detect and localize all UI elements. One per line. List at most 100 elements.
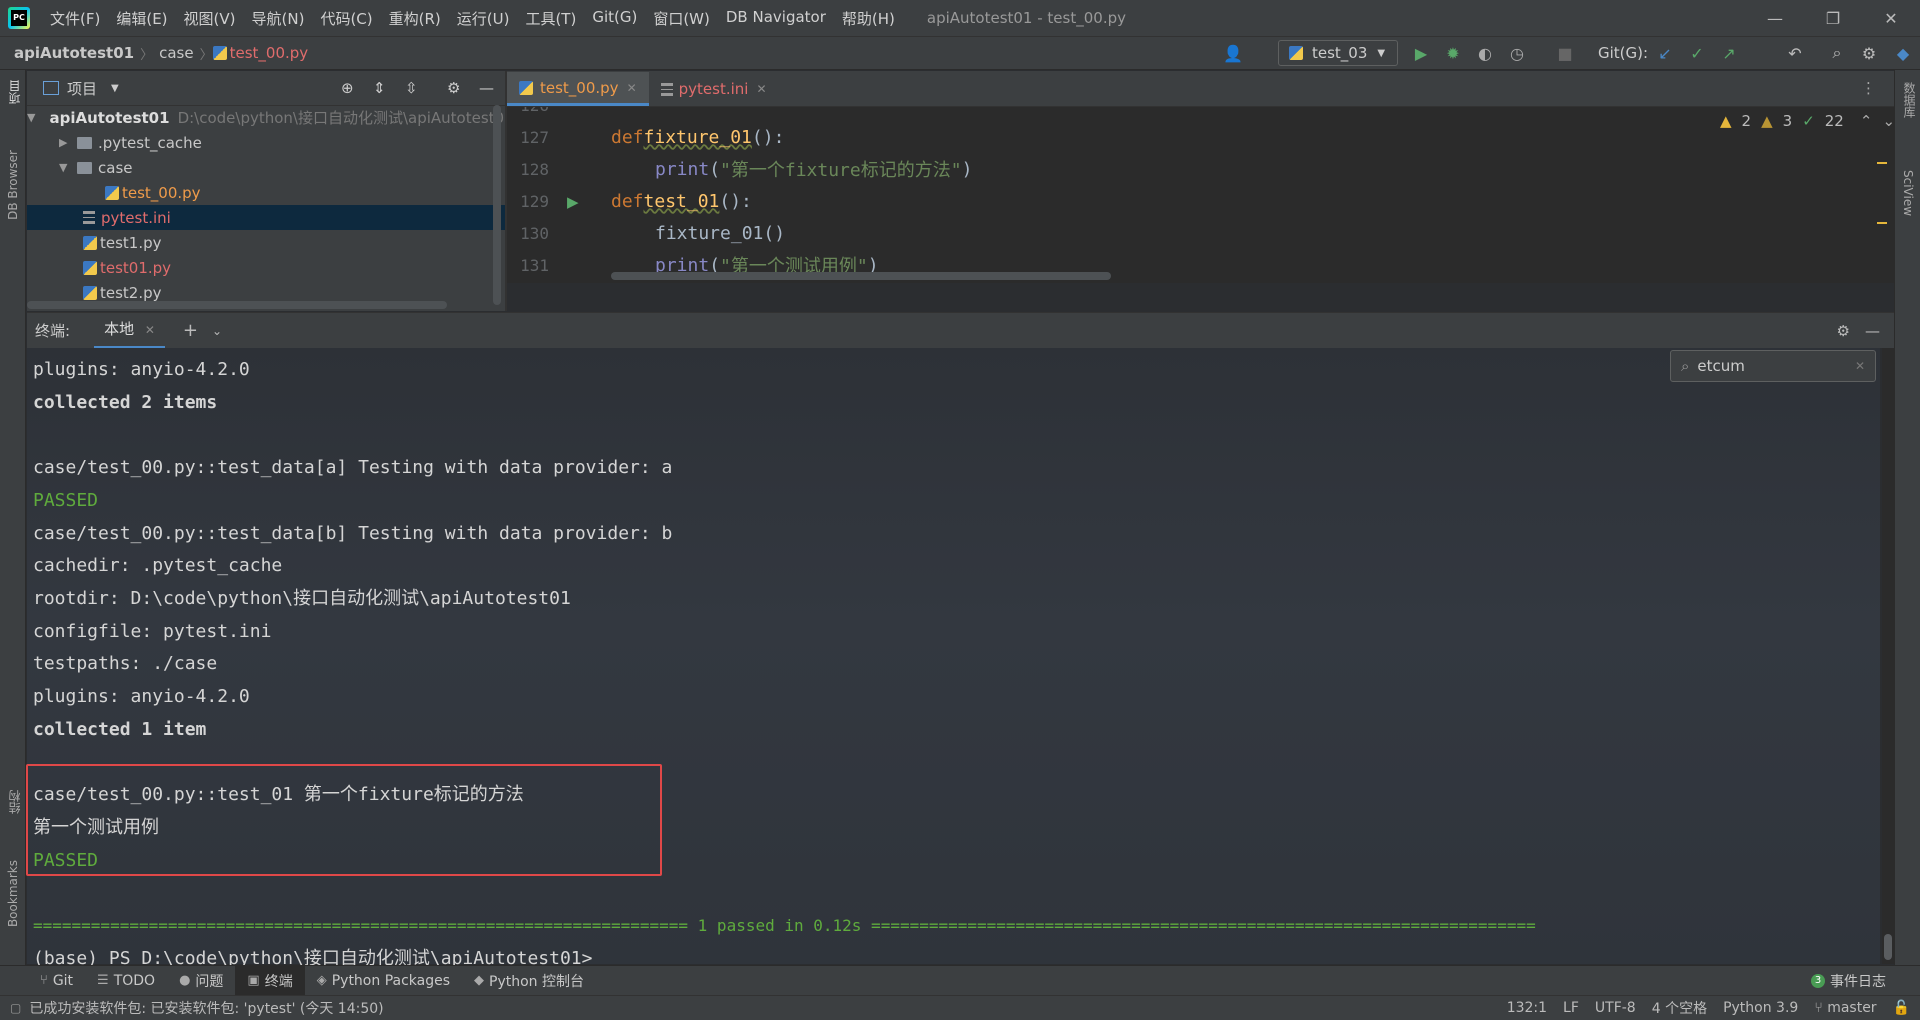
lock-icon[interactable]: 🔓 — [1893, 1000, 1910, 1016]
menu-item[interactable]: 导航(N) — [244, 8, 313, 29]
run-icon[interactable]: ▶ — [1410, 42, 1432, 64]
tool-git[interactable]: ⑂ Git — [28, 966, 85, 996]
project-view-icon — [43, 81, 59, 95]
structure-tool-tab[interactable]: 结构 — [6, 790, 23, 814]
menu-item[interactable]: 文件(F) — [42, 8, 108, 29]
locate-icon[interactable]: ⊕ — [341, 79, 354, 97]
breadcrumb-folder[interactable]: case — [153, 44, 199, 62]
vertical-scrollbar[interactable] — [493, 105, 501, 305]
file-encoding[interactable]: UTF-8 — [1595, 1000, 1636, 1016]
menu-item[interactable]: 代码(C) — [312, 8, 380, 29]
run-configuration-select[interactable]: test_03 ▼ — [1278, 40, 1398, 66]
terminal-line: plugins: anyio-4.2.0 — [33, 686, 250, 707]
tree-item-test1[interactable]: test1.py — [27, 230, 561, 255]
tool-python-packages[interactable]: ◈ Python Packages — [305, 966, 462, 996]
close-tab-icon[interactable]: ✕ — [756, 82, 766, 96]
caret-position[interactable]: 132:1 — [1507, 1000, 1547, 1016]
jetbrains-icon[interactable]: ◆ — [1892, 42, 1914, 64]
menu-item[interactable]: 窗口(W) — [645, 8, 718, 29]
tab-test-00-py[interactable]: test_00.py ✕ — [507, 72, 649, 106]
editor-horizontal-scrollbar[interactable] — [611, 272, 1111, 280]
breadcrumb-file[interactable]: test_00.py — [230, 44, 315, 62]
collapse-all-icon[interactable]: ⇳ — [405, 79, 418, 97]
hide-panel-icon[interactable]: — — [479, 79, 494, 97]
git-commit-icon[interactable]: ✓ — [1686, 42, 1708, 64]
hide-terminal-icon[interactable]: — — [1865, 322, 1880, 340]
python-interpreter[interactable]: Python 3.9 — [1723, 1000, 1798, 1016]
prev-highlight-icon[interactable]: ⌃ — [1860, 112, 1873, 130]
next-highlight-icon[interactable]: ⌄ — [1882, 112, 1895, 130]
expand-all-icon[interactable]: ⇕ — [373, 79, 386, 97]
error-stripe[interactable] — [1877, 117, 1887, 277]
close-tab-icon[interactable]: ✕ — [627, 81, 637, 95]
tree-item-test01[interactable]: test01.py — [27, 255, 561, 280]
inspection-widget[interactable]: ▲ 2 ▲ 3 ✓ 22 ⌃ ⌄ — [1720, 112, 1895, 130]
tool-todo[interactable]: ☰ TODO — [85, 966, 167, 996]
status-message[interactable]: 已成功安装软件包: 已安装软件包: 'pytest' (今天 14:50) — [29, 998, 383, 1018]
user-icon[interactable]: 👤 — [1222, 42, 1244, 64]
git-push-icon[interactable]: ↗ — [1718, 42, 1740, 64]
indent-setting[interactable]: 4 个空格 — [1652, 998, 1707, 1018]
rollback-icon[interactable]: ↶ — [1784, 42, 1806, 64]
new-terminal-icon[interactable]: + — [183, 320, 198, 341]
bookmarks-tool-tab[interactable]: Bookmarks — [6, 860, 20, 927]
tree-item-case[interactable]: ▼ case — [27, 155, 537, 180]
minimize-icon[interactable]: — — [1746, 0, 1804, 36]
search-input[interactable]: etcum — [1697, 357, 1744, 375]
horizontal-scrollbar[interactable] — [27, 301, 447, 309]
tree-item-label: pytest.ini — [101, 208, 171, 227]
terminal-tab-local[interactable]: 本地 ✕ — [94, 313, 165, 349]
settings-gear-icon[interactable]: ⚙ — [1858, 42, 1880, 64]
ini-file-icon — [83, 211, 95, 224]
menu-item[interactable]: 重构(R) — [381, 8, 449, 29]
terminal-scrollbar[interactable] — [1882, 348, 1894, 964]
menu-item[interactable]: DB Navigator — [718, 8, 834, 29]
project-tool-tab[interactable]: 项目 — [6, 80, 23, 104]
tab-pytest-ini[interactable]: pytest.ini ✕ — [649, 72, 779, 106]
typo-check-icon: ✓ — [1802, 112, 1815, 130]
project-panel-title[interactable]: 项目 — [67, 78, 97, 99]
debug-icon[interactable]: ✹ — [1442, 42, 1464, 64]
chevron-down-icon[interactable]: ⌄ — [212, 324, 222, 338]
run-gutter-icon[interactable]: ▶ — [567, 193, 579, 211]
python-file-icon — [519, 80, 533, 95]
database-tool-tab[interactable]: 数据库 — [1901, 82, 1918, 118]
pycharm-logo-icon — [8, 7, 30, 29]
python-file-icon — [212, 46, 227, 60]
restore-icon[interactable]: ❐ — [1804, 0, 1862, 36]
line-separator[interactable]: LF — [1563, 1000, 1579, 1016]
profile-icon[interactable]: ◷ — [1506, 42, 1528, 64]
panel-gear-icon[interactable]: ⚙ — [447, 79, 460, 97]
breadcrumb-project[interactable]: apiAutotest01 — [8, 44, 140, 62]
menu-item[interactable]: 编辑(E) — [108, 8, 175, 29]
menu-item[interactable]: 帮助(H) — [834, 8, 903, 29]
tool-python-console[interactable]: ◆ Python 控制台 — [462, 966, 596, 996]
status-window-icon[interactable]: ▢ — [10, 1001, 21, 1015]
code-editor[interactable]: 126 127 def fixture_01(): 128 print("第一个… — [507, 107, 1894, 283]
terminal-line: cachedir: .pytest_cache — [33, 555, 283, 577]
tool-event-log[interactable]: 3 事件日志 — [1799, 966, 1898, 996]
terminal-gear-icon[interactable]: ⚙ — [1837, 322, 1850, 340]
menu-item[interactable]: 工具(T) — [517, 8, 584, 29]
tree-root[interactable]: ▼ apiAutotest01 D:\code\python\接口自动化测试\a… — [27, 105, 514, 130]
git-update-icon[interactable]: ↙ — [1654, 42, 1676, 64]
close-tab-icon[interactable]: ✕ — [145, 323, 155, 337]
coverage-icon[interactable]: ◐ — [1474, 42, 1496, 64]
git-branch-widget[interactable]: ⑂ master — [1814, 1000, 1876, 1016]
menu-item[interactable]: Git(G) — [584, 8, 645, 29]
tree-item-pytest-cache[interactable]: ▶ .pytest_cache — [27, 130, 537, 155]
db-browser-tool-tab[interactable]: DB Browser — [6, 150, 20, 220]
menu-item[interactable]: 视图(V) — [176, 8, 244, 29]
stop-icon[interactable]: ■ — [1554, 42, 1576, 64]
tree-item-pytest-ini[interactable]: pytest.ini — [27, 205, 561, 230]
tool-terminal[interactable]: ▣ 终端 — [235, 965, 305, 996]
more-tabs-icon[interactable]: ⋮ — [1861, 79, 1876, 97]
search-icon[interactable]: ⌕ — [1826, 42, 1848, 64]
close-icon[interactable]: ✕ — [1862, 0, 1920, 36]
terminal-search[interactable]: ⌕ etcum ✕ — [1670, 350, 1876, 382]
chevron-down-icon[interactable]: ▼ — [111, 83, 119, 94]
sciview-tool-tab[interactable]: SciView — [1901, 170, 1915, 216]
tool-problems[interactable]: ● 问题 — [167, 966, 235, 996]
menu-item[interactable]: 运行(U) — [449, 8, 518, 29]
clear-search-icon[interactable]: ✕ — [1855, 359, 1865, 373]
